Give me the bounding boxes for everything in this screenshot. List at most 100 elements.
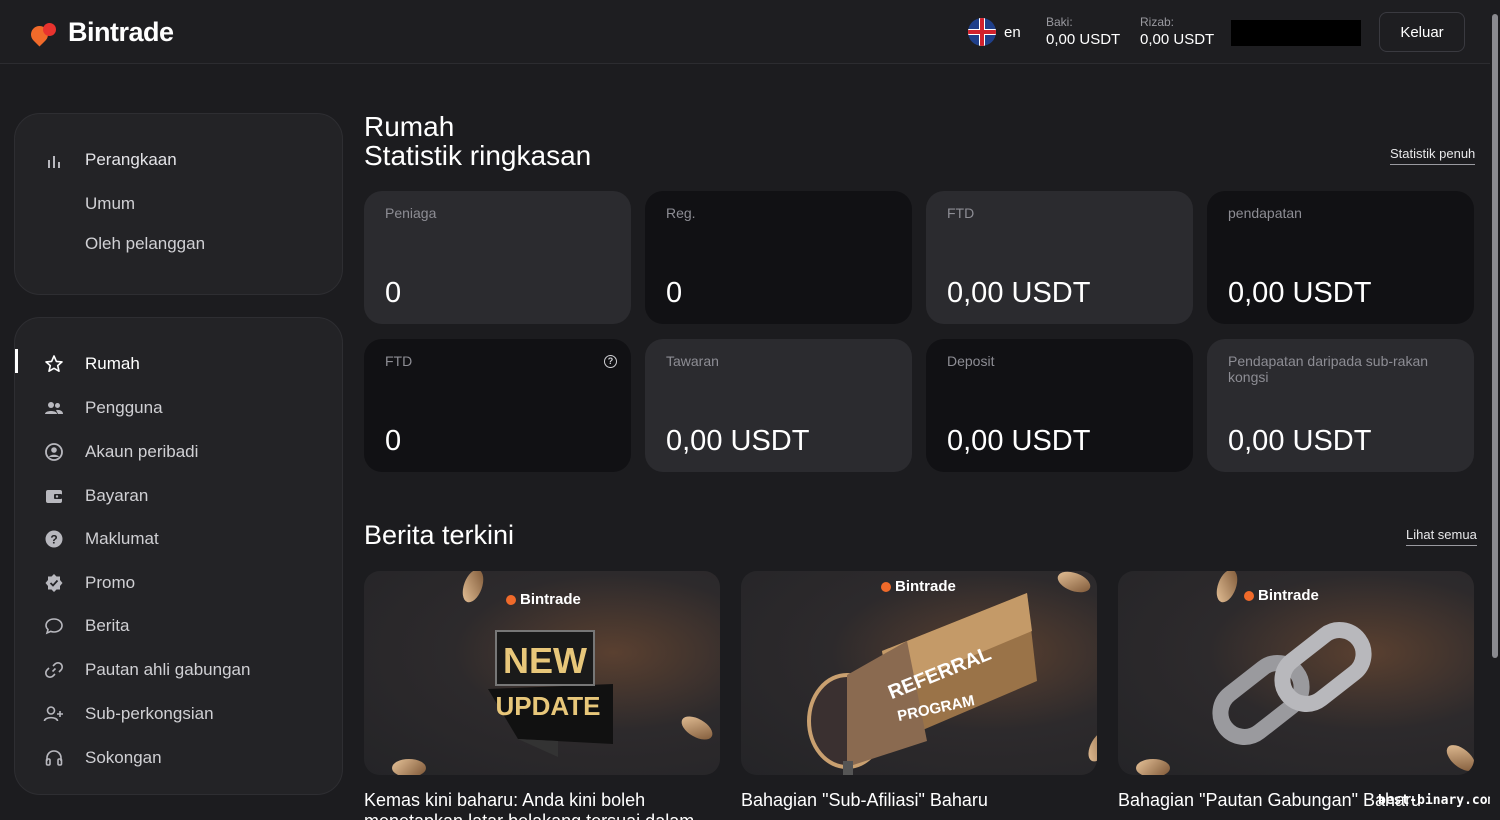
- stat-label: Reg.: [666, 205, 696, 221]
- site-watermark: best-binary.com: [1378, 793, 1496, 808]
- stat-value: 0,00 USDT: [1228, 425, 1372, 457]
- balance-block: Baki: 0,00 USDT: [1046, 15, 1120, 48]
- new-update-artwork: NEW UPDATE: [488, 630, 613, 757]
- user-circle-icon: [43, 441, 65, 463]
- coin-decoration: [458, 571, 488, 606]
- star-icon: [43, 353, 65, 375]
- nav-item-payments[interactable]: Bayaran: [15, 481, 344, 511]
- svg-text:?: ?: [50, 533, 57, 547]
- nav-label-affiliate-links: Pautan ahli gabungan: [85, 660, 251, 679]
- bar-chart-icon: [43, 150, 65, 172]
- brand-dot-icon: [506, 594, 516, 605]
- statistics-general[interactable]: Umum: [85, 194, 135, 214]
- nav-label-home: Rumah: [85, 354, 140, 373]
- stat-value: 0: [385, 425, 402, 457]
- nav-label-promo: Promo: [85, 573, 136, 592]
- full-statistics-link[interactable]: Statistik penuh: [1390, 146, 1476, 165]
- stat-value: 0,00 USDT: [947, 277, 1091, 309]
- nav-item-home[interactable]: Rumah: [15, 349, 344, 379]
- top-header: Bintrade en Baki: 0,00 USDT Rizab: 0,00 …: [0, 0, 1500, 64]
- referral-program-artwork: REFERRAL PROGRAM: [807, 593, 1037, 775]
- reserve-block: Rizab: 0,00 USDT: [1140, 15, 1214, 48]
- main-navigation: Rumah Pengguna Akaun peribadi Bayaran ? …: [14, 317, 343, 795]
- stat-card-traders: Peniaga 0: [364, 191, 631, 324]
- reserve-value: 0,00 USDT: [1140, 31, 1215, 48]
- brand-dot-icon: [881, 581, 891, 592]
- headphones-icon: [43, 747, 65, 769]
- chat-bubble-icon: [43, 615, 65, 637]
- stat-label: Peniaga: [385, 205, 437, 221]
- nav-label-users: Pengguna: [85, 398, 163, 417]
- wallet-icon: [43, 485, 65, 507]
- stat-card-income: pendapatan 0,00 USDT: [1207, 191, 1474, 324]
- stat-card-offers: Tawaran 0,00 USDT: [645, 339, 912, 472]
- statistics-by-customer[interactable]: Oleh pelanggan: [85, 234, 205, 254]
- badge-check-icon: [43, 572, 65, 594]
- scrollbar-thumb[interactable]: [1492, 14, 1498, 658]
- coin-decoration: [392, 759, 426, 775]
- balance-label: Baki:: [1046, 15, 1073, 29]
- active-indicator: [15, 349, 18, 373]
- news-caption-update[interactable]: Kemas kini baharu: Anda kini boleh: [364, 790, 645, 811]
- nav-label-info: Maklumat: [85, 529, 159, 548]
- logo-icon: [27, 20, 60, 47]
- stat-label: FTD: [385, 353, 413, 369]
- stat-label: pendapatan: [1228, 205, 1302, 221]
- stat-card-registrations: Reg. 0: [645, 191, 912, 324]
- coin-decoration: [1442, 740, 1474, 775]
- nav-item-account[interactable]: Akaun peribadi: [15, 437, 344, 467]
- stat-card-ftd-amount: FTD 0,00 USDT: [926, 191, 1193, 324]
- user-plus-icon: [43, 703, 65, 725]
- art-text-new: NEW: [503, 640, 587, 681]
- nav-label-support: Sokongan: [85, 748, 162, 767]
- coin-decoration: [1136, 759, 1170, 775]
- nav-item-users[interactable]: Pengguna: [15, 393, 344, 423]
- news-card-affiliate-links[interactable]: Bintrade: [1118, 571, 1474, 775]
- news-caption-affiliate-links[interactable]: Bahagian "Pautan Gabungan" Baharu: [1118, 790, 1421, 811]
- nav-item-affiliate-links[interactable]: Pautan ahli gabungan: [15, 655, 344, 685]
- art-text-update: UPDATE: [496, 691, 601, 721]
- page-title: Rumah: [364, 111, 455, 142]
- nav-item-sub-partners[interactable]: Sub-perkongsian: [15, 699, 344, 729]
- statistics-title[interactable]: Perangkaan: [85, 150, 177, 170]
- link-icon: [43, 659, 65, 681]
- nav-item-news[interactable]: Berita: [15, 611, 344, 641]
- nav-label-account: Akaun peribadi: [85, 442, 199, 461]
- stat-value: 0,00 USDT: [947, 425, 1091, 457]
- news-brand: Bintrade: [506, 591, 581, 608]
- brand-logo[interactable]: Bintrade: [27, 17, 174, 48]
- nav-item-promo[interactable]: Promo: [15, 568, 344, 598]
- nav-item-info[interactable]: ? Maklumat: [15, 524, 344, 554]
- page-subtitle: Statistik ringkasan: [364, 140, 592, 171]
- coin-decoration: [1212, 571, 1242, 606]
- news-card-update[interactable]: Bintrade NEW UPDATE: [364, 571, 720, 775]
- coin-decoration: [677, 711, 717, 745]
- stat-label: Tawaran: [666, 353, 719, 369]
- users-icon: [43, 397, 65, 419]
- news-card-sub-affiliate[interactable]: Bintrade REFERRAL PROGRAM: [741, 571, 1097, 775]
- language-code: en: [1004, 23, 1021, 41]
- page-scrollbar[interactable]: [1490, 0, 1500, 820]
- nav-item-support[interactable]: Sokongan: [15, 743, 344, 773]
- stat-card-subpartner-income: Pendapatan daripada sub-rakan kongsi 0,0…: [1207, 339, 1474, 472]
- logout-button[interactable]: Keluar: [1379, 12, 1465, 52]
- coin-decoration: [1083, 726, 1097, 766]
- stat-label: Deposit: [947, 353, 995, 369]
- help-icon[interactable]: ?: [604, 355, 617, 368]
- stat-label: FTD: [947, 205, 975, 221]
- coin-decoration: [1054, 571, 1094, 597]
- stat-card-ftd-count: FTD ? 0: [364, 339, 631, 472]
- uk-flag-icon: [968, 18, 996, 46]
- stat-value: 0: [666, 277, 683, 309]
- news-caption-update-line2[interactable]: menetapkan latar belakang tersuai dalam: [364, 811, 694, 820]
- see-all-news-link[interactable]: Lihat semua: [1406, 527, 1477, 546]
- nav-label-payments: Bayaran: [85, 486, 149, 505]
- chain-link-artwork: [1212, 622, 1372, 745]
- stat-label: Pendapatan daripada sub-rakan kongsi: [1228, 353, 1429, 385]
- help-circle-icon: ?: [43, 528, 65, 550]
- statistics-menu: Perangkaan Umum Oleh pelanggan: [14, 113, 343, 295]
- language-selector[interactable]: en: [968, 18, 1021, 46]
- stat-value: 0,00 USDT: [1228, 277, 1372, 309]
- stat-value: 0,00 USDT: [666, 425, 810, 457]
- news-caption-sub-affiliate[interactable]: Bahagian "Sub-Afiliasi" Baharu: [741, 790, 988, 811]
